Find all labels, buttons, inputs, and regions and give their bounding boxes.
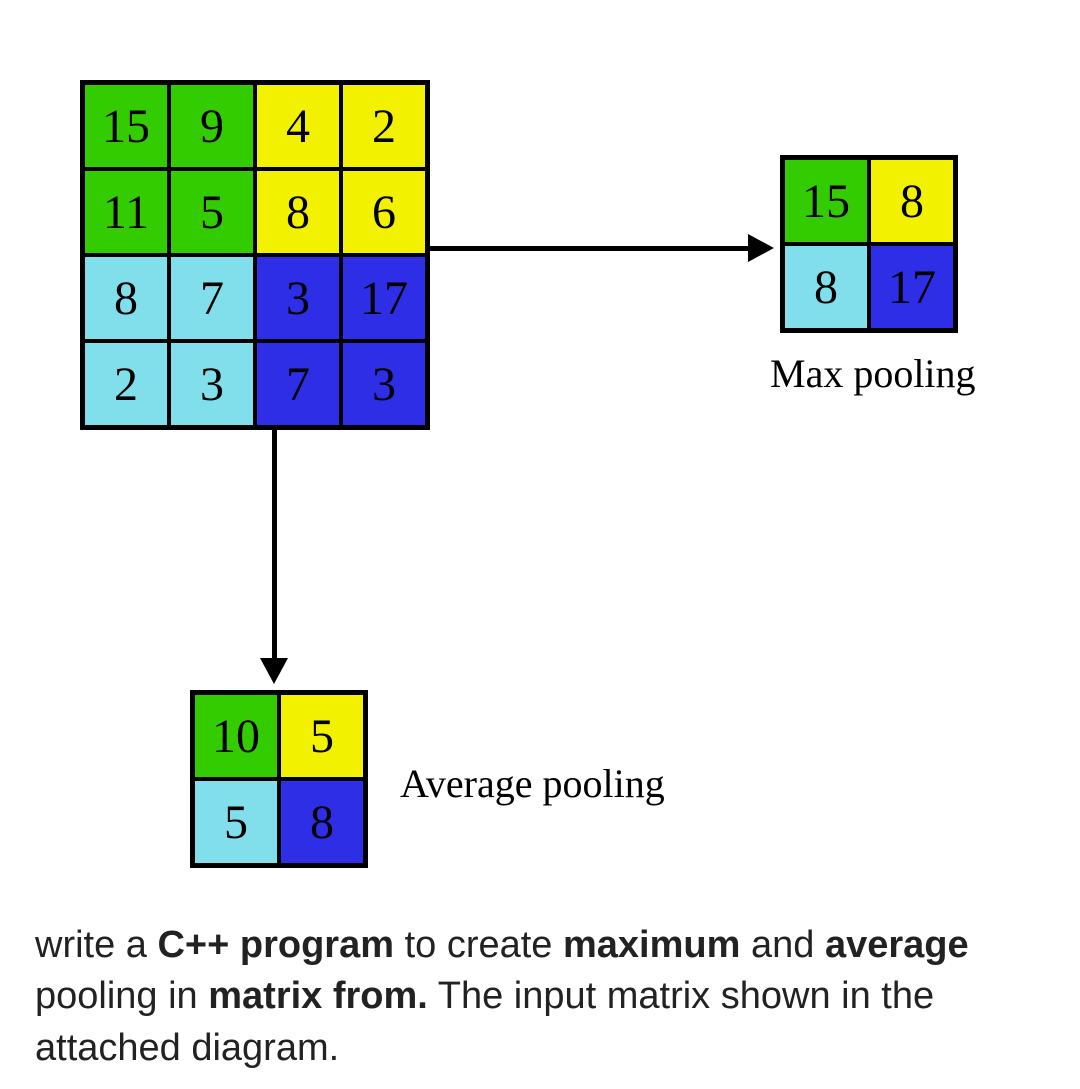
arrow-down-line: [272, 430, 277, 660]
matrix-cell: 9: [169, 83, 255, 169]
matrix-cell: 7: [255, 341, 341, 427]
diagram-canvas: 1594211586873172373 158817 Max pooling 1…: [0, 0, 1080, 1089]
matrix-cell: 7: [169, 255, 255, 341]
max-pooling-label: Max pooling: [770, 350, 976, 397]
matrix-cell: 3: [169, 341, 255, 427]
caption-text: to create: [394, 924, 563, 966]
caption-text: write a: [35, 924, 157, 966]
caption-bold: maximum: [563, 924, 740, 966]
matrix-cell: 8: [279, 779, 365, 865]
matrix-cell: 10: [193, 693, 279, 779]
matrix-cell: 5: [279, 693, 365, 779]
matrix-cell: 17: [869, 244, 955, 330]
matrix-cell: 2: [83, 341, 169, 427]
matrix-cell: 8: [83, 255, 169, 341]
matrix-cell: 5: [169, 169, 255, 255]
caption-bold: C++ program: [157, 924, 394, 966]
question-caption: write a C++ program to create maximum an…: [35, 920, 1055, 1074]
matrix-cell: 3: [341, 341, 427, 427]
matrix-cell: 8: [255, 169, 341, 255]
max-pooling-matrix: 158817: [780, 155, 958, 333]
matrix-cell: 15: [783, 158, 869, 244]
matrix-cell: 2: [341, 83, 427, 169]
matrix-cell: 8: [783, 244, 869, 330]
average-pooling-matrix: 10558: [190, 690, 368, 868]
input-matrix: 1594211586873172373: [80, 80, 430, 430]
matrix-cell: 8: [869, 158, 955, 244]
caption-text: and: [740, 924, 825, 966]
caption-bold: matrix from.: [208, 975, 428, 1017]
matrix-cell: 3: [255, 255, 341, 341]
matrix-cell: 4: [255, 83, 341, 169]
caption-text: pooling in: [35, 975, 208, 1017]
matrix-cell: 6: [341, 169, 427, 255]
matrix-cell: 17: [341, 255, 427, 341]
arrow-right-line: [430, 246, 750, 251]
matrix-cell: 11: [83, 169, 169, 255]
arrow-down-head-icon: [260, 658, 288, 684]
matrix-cell: 15: [83, 83, 169, 169]
matrix-cell: 5: [193, 779, 279, 865]
arrow-right-head-icon: [748, 234, 774, 262]
caption-bold: average: [825, 924, 969, 966]
average-pooling-label: Average pooling: [400, 760, 665, 807]
